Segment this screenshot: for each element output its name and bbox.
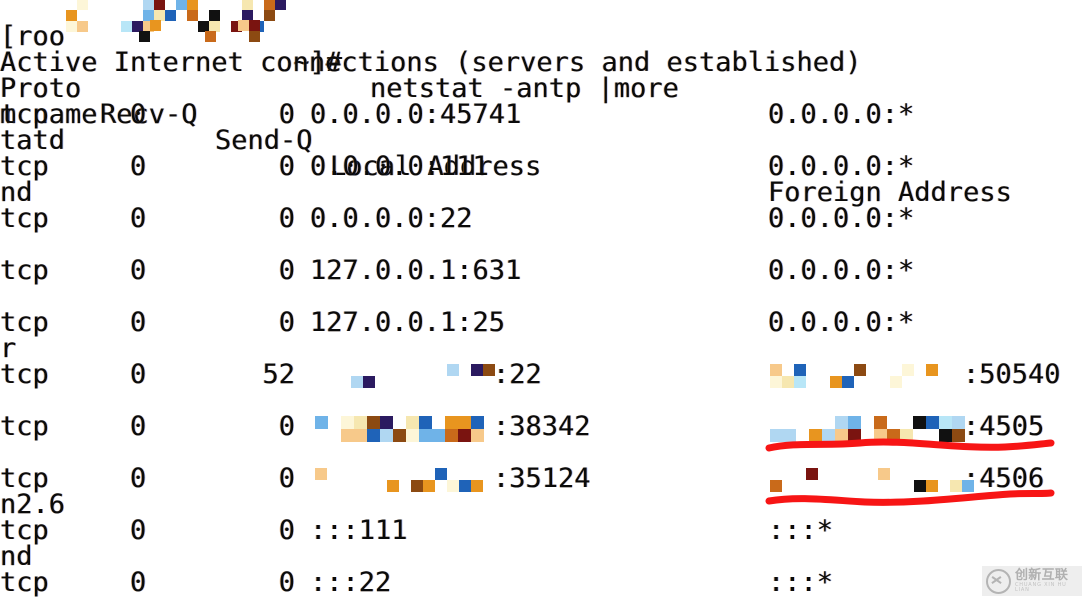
cell-local-address: :35124 <box>493 463 591 494</box>
cell-recv-q: 0 <box>130 359 147 390</box>
row-continuation: nd <box>0 179 1090 206</box>
cell-proto: tcp <box>0 463 49 494</box>
cell-foreign-address: 0.0.0.0:* <box>768 99 915 130</box>
table-row: tcp 0 0:::22:::* <box>0 567 1090 598</box>
cell-send-q: 0 <box>278 307 295 338</box>
cell-proto: tcp <box>0 255 49 286</box>
cell-send-q: 0 <box>278 203 295 234</box>
cell-send-q: 52 <box>262 359 295 390</box>
cell-send-q: 0 <box>278 151 295 182</box>
cell-send-q: 0 <box>278 99 295 130</box>
cell-local-address: :::111 <box>310 515 408 546</box>
prompt-line: [roo ~]# netstat -antp |more <box>0 0 1090 102</box>
cell-recv-q: 0 <box>130 203 147 234</box>
cell-local-address: :38342 <box>493 411 591 442</box>
header-program-name-wrap: m name <box>0 76 1090 128</box>
cx-logo-icon <box>986 568 1011 594</box>
watermark-chinese: 创新互联 <box>1015 568 1069 583</box>
table-row: tcp 0 0 :35124 :4506 <box>0 463 1090 494</box>
cell-local-address: :::22 <box>310 567 392 598</box>
cell-local-address: 0.0.0.0:45741 <box>310 99 522 130</box>
row-continuation: n2.6 <box>0 491 1090 518</box>
cell-local-address: 0.0.0.0:111 <box>310 151 489 182</box>
terminal-output: [roo ~]# netstat -antp |more Active Inte… <box>0 0 1090 604</box>
cell-recv-q: 0 <box>130 307 147 338</box>
table-row: tcp 0 0 0.0.0.0:45741 0.0.0.0:* <box>0 99 1090 130</box>
cell-foreign-address: 0.0.0.0:* <box>768 255 915 286</box>
terminal-screenshot: [roo ~]# netstat -antp |more Active Inte… <box>0 0 1090 604</box>
cell-foreign-address: :::* <box>768 567 834 598</box>
cell-local-address: :22 <box>493 359 542 390</box>
cell-send-q: 0 <box>278 567 295 598</box>
table-row: tcp 0 0 127.0.0.1:25 0.0.0.0:* <box>0 307 1090 338</box>
table-row: tcp 0 0 :38342 :4505 <box>0 411 1090 442</box>
table-row: tcp 0 0:::111:::* <box>0 515 1090 546</box>
cell-foreign-address: 0.0.0.0:* <box>768 203 915 234</box>
cell-local-address: 0.0.0.0:22 <box>310 203 473 234</box>
table-row: tcp 0 52 :22 :50540 <box>0 359 1090 390</box>
cell-recv-q: 0 <box>130 255 147 286</box>
cell-recv-q: 0 <box>130 463 147 494</box>
table-row: tcp 0 0 0.0.0.0:111 0.0.0.0:* <box>0 151 1090 182</box>
banner-line: Active Internet connections (servers and… <box>0 24 1090 76</box>
cell-foreign-address: 0.0.0.0:* <box>768 151 915 182</box>
cell-local-address: 127.0.0.1:631 <box>310 255 522 286</box>
cell-foreign-address: :4506 <box>963 463 1045 494</box>
cell-foreign-address: :50540 <box>963 359 1061 390</box>
cell-proto: tcp <box>0 567 49 598</box>
watermark-pinyin: CHUANG XIN HU LIAN <box>1015 582 1067 593</box>
cell-send-q: 0 <box>278 463 295 494</box>
row-continuation: tatd <box>0 127 1090 154</box>
watermark-texts: 创新互联 CHUANG XIN HU LIAN <box>1015 569 1078 593</box>
row-continuation: nd <box>0 543 1090 570</box>
cell-send-q: 0 <box>278 255 295 286</box>
cell-foreign-address: :4505 <box>963 411 1045 442</box>
cell-send-q: 0 <box>278 515 295 546</box>
table-row: tcp 0 0 127.0.0.1:631 0.0.0.0:* <box>0 255 1090 286</box>
cell-local-address: 127.0.0.1:25 <box>310 307 506 338</box>
cell-recv-q: 0 <box>130 515 147 546</box>
row-continuation: r <box>0 335 1090 362</box>
cell-proto: tcp <box>0 203 49 234</box>
cell-recv-q: 0 <box>130 151 147 182</box>
cell-recv-q: 0 <box>130 99 147 130</box>
cell-foreign-address: :::* <box>768 515 834 546</box>
cell-proto: tcp <box>0 359 49 390</box>
table-row: tcp 0 0 0.0.0.0:22 0.0.0.0:* <box>0 203 1090 234</box>
cell-proto: tcp <box>0 411 49 442</box>
cell-recv-q: 0 <box>130 567 147 598</box>
cell-foreign-address: 0.0.0.0:* <box>768 307 915 338</box>
watermark: 创新互联 CHUANG XIN HU LIAN <box>982 566 1082 596</box>
cell-send-q: 0 <box>278 411 295 442</box>
column-header-row: Proto Recv-Q Send-Q Local Address Foreig… <box>0 50 1090 206</box>
cell-recv-q: 0 <box>130 411 147 442</box>
